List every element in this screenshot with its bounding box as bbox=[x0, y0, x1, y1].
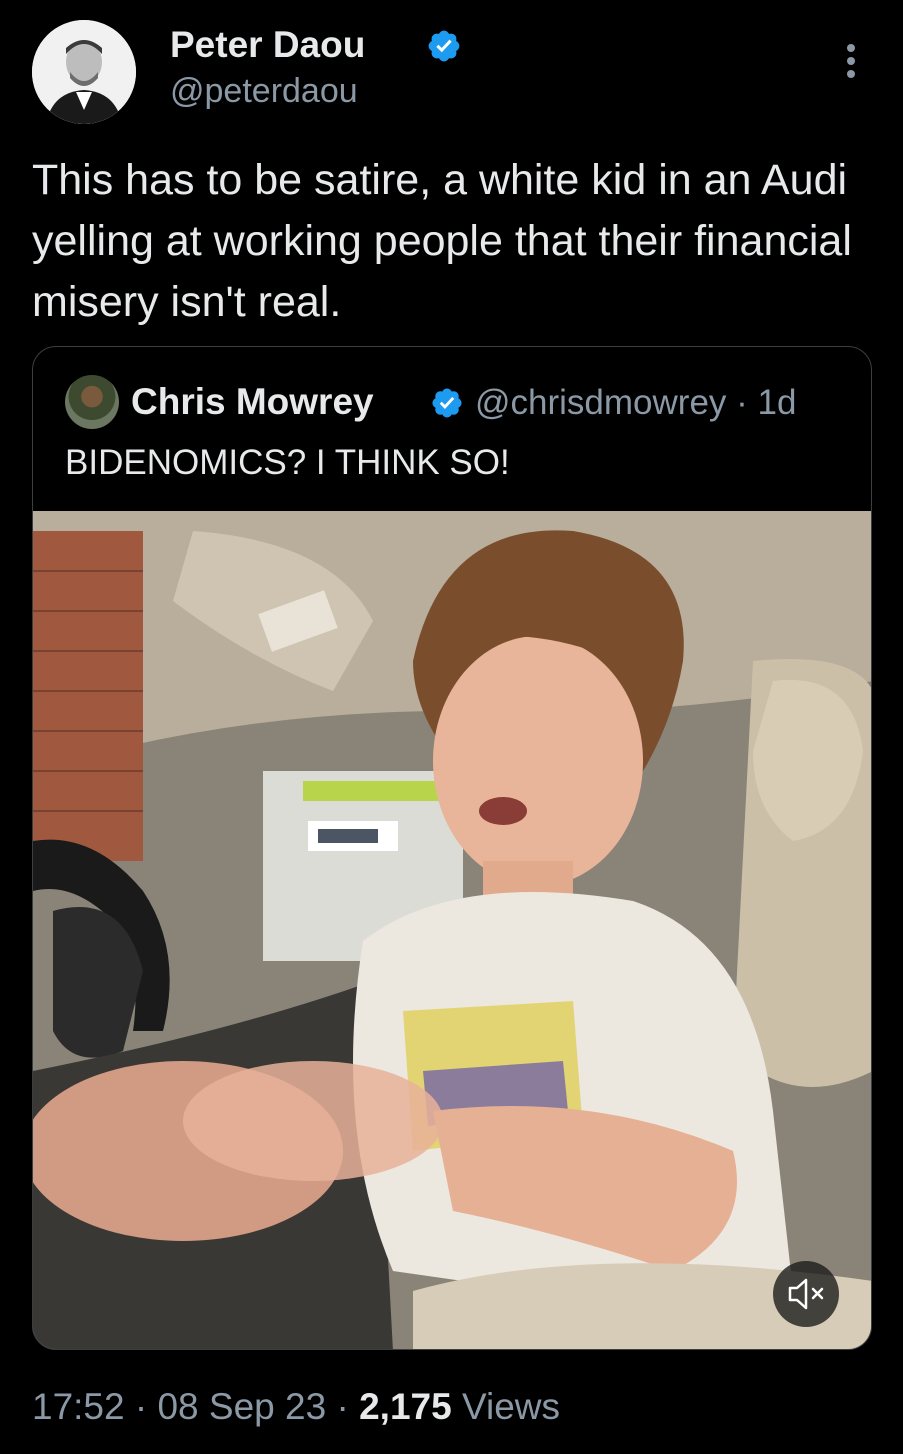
tweet-time[interactable]: 17:52 bbox=[32, 1386, 125, 1427]
author-avatar[interactable] bbox=[32, 20, 136, 124]
quoted-tweet-age: · 1d bbox=[736, 383, 797, 422]
video-frame bbox=[33, 511, 871, 1349]
tweet-header: Peter Daou @peterdaou bbox=[32, 20, 872, 126]
views-count[interactable]: 2,175 bbox=[359, 1386, 452, 1427]
more-vertical-icon-dot bbox=[847, 57, 855, 65]
author-handle[interactable]: @peterdaou bbox=[170, 72, 358, 111]
quoted-tweet-card[interactable]: Chris Mowrey @chrisdmowrey · 1d BIDENOMI… bbox=[32, 346, 872, 1350]
meta-separator: · bbox=[336, 1386, 349, 1427]
meta-separator: · bbox=[134, 1386, 148, 1427]
avatar-portrait-image bbox=[32, 20, 136, 124]
quoted-author-avatar[interactable] bbox=[65, 375, 119, 429]
quoted-tweet-header: Chris Mowrey @chrisdmowrey · 1d bbox=[65, 375, 845, 431]
views-label: Views bbox=[461, 1386, 560, 1427]
quoted-author-handle-and-age[interactable]: @chrisdmowrey · 1d bbox=[475, 383, 796, 423]
more-vertical-icon-dot bbox=[847, 70, 855, 78]
verified-badge-icon bbox=[428, 30, 460, 62]
more-vertical-icon bbox=[847, 44, 855, 52]
quoted-author-name[interactable]: Chris Mowrey bbox=[131, 381, 374, 423]
quoted-author-handle[interactable]: @chrisdmowrey bbox=[475, 383, 726, 422]
verified-badge-icon bbox=[432, 388, 462, 418]
author-name[interactable]: Peter Daou bbox=[170, 24, 365, 66]
tweet-date[interactable]: 08 Sep 23 bbox=[157, 1386, 326, 1427]
tweet-text: This has to be satire, a white kid in an… bbox=[32, 156, 852, 326]
more-options-button[interactable] bbox=[838, 44, 864, 84]
quoted-tweet-text: BIDENOMICS? I THINK SO! bbox=[65, 443, 510, 482]
video-player[interactable] bbox=[33, 511, 871, 1349]
tweet-meta: 17:52 · 08 Sep 23 · 2,175 Views bbox=[32, 1386, 560, 1428]
mute-toggle-button[interactable] bbox=[773, 1261, 839, 1327]
volume-muted-icon bbox=[788, 1278, 824, 1310]
